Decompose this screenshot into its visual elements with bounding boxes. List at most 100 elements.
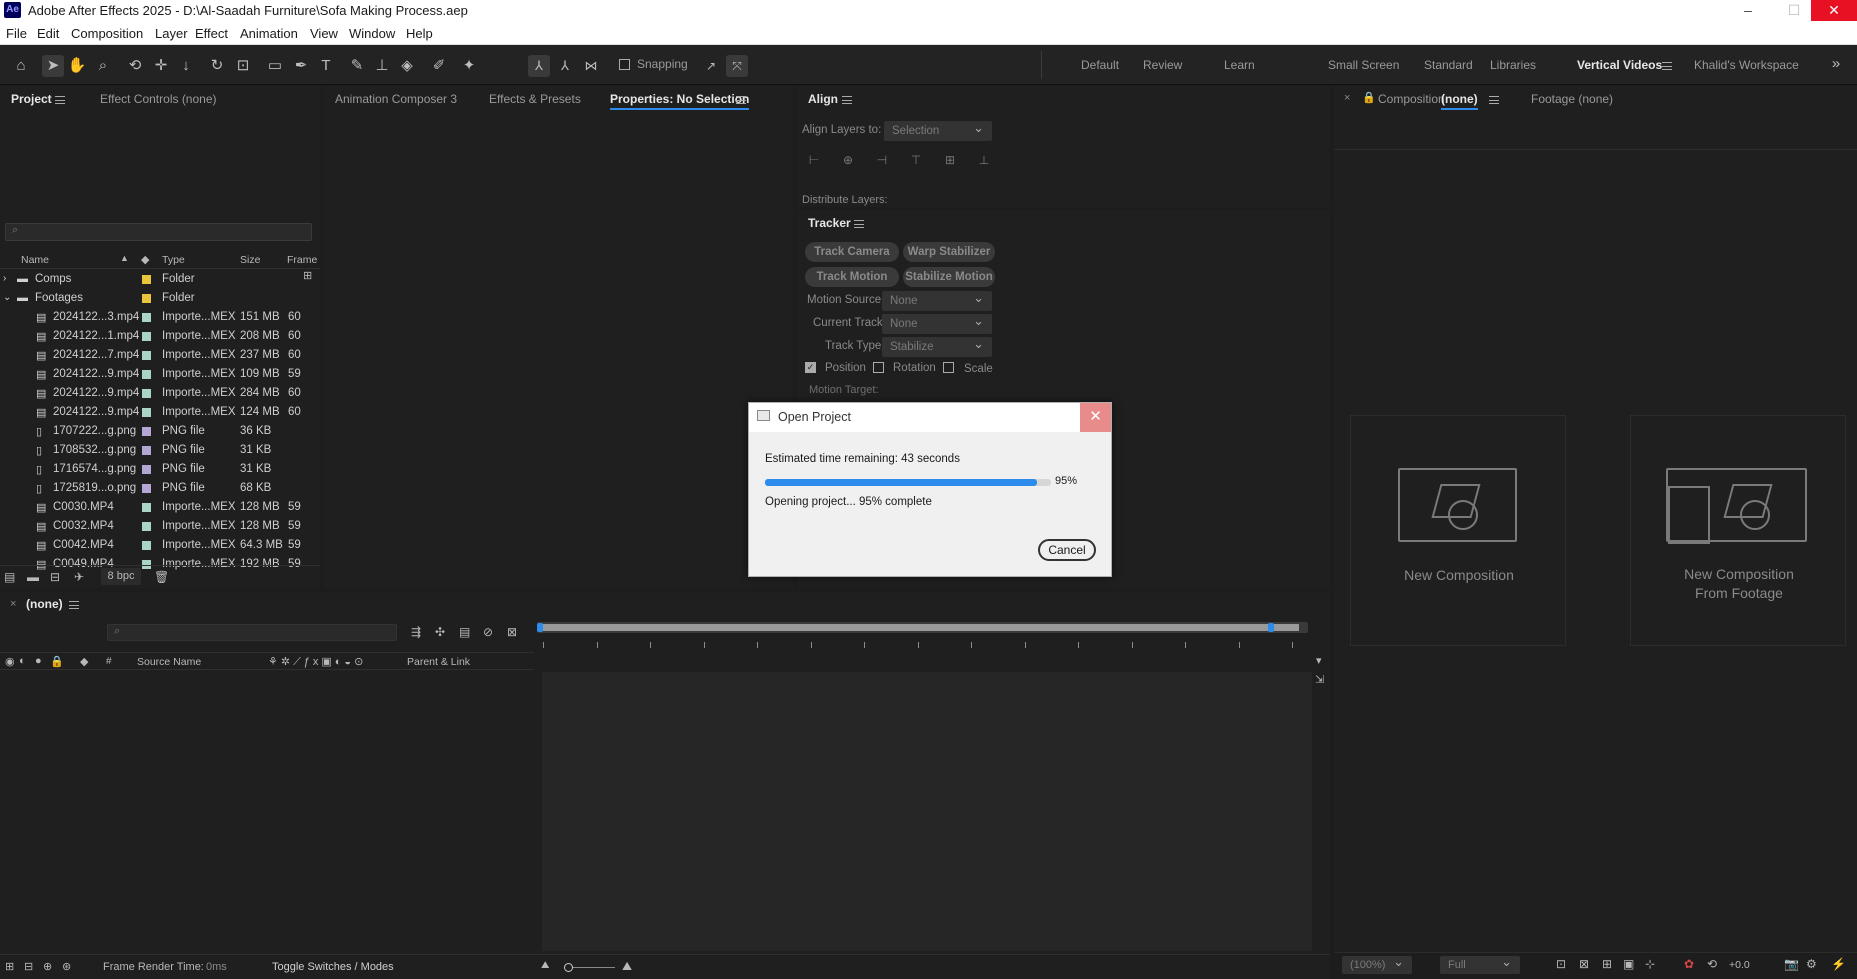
close-tab-icon[interactable]: ×	[10, 598, 16, 610]
label-color-swatch[interactable]	[142, 503, 151, 512]
scale-checkbox[interactable]	[943, 362, 954, 373]
list-item[interactable]: ▤ 2024122...3.mp4 Importe...MEX 151 MB 60	[0, 308, 318, 327]
track-type-dropdown[interactable]: Stabilize	[882, 334, 992, 357]
tab-composition-value[interactable]: (none)	[1441, 92, 1478, 110]
list-item[interactable]: ▤ C0030.MP4 Importe...MEX 128 MB 59	[0, 498, 318, 517]
label-color-swatch[interactable]	[142, 294, 151, 303]
stabilize-motion-button[interactable]: Stabilize Motion	[903, 267, 995, 287]
new-composition-button[interactable]: New Composition	[1350, 415, 1566, 646]
panel-menu-icon[interactable]	[842, 96, 852, 104]
rotation-checkbox[interactable]	[873, 362, 884, 373]
tab-footage[interactable]: Footage (none)	[1531, 92, 1613, 106]
puppet-pin-icon[interactable]: ✦	[458, 55, 480, 77]
list-item[interactable]: ▯ 1725819...o.png PNG file 68 KB	[0, 479, 318, 498]
menu-help[interactable]: Help	[406, 26, 433, 41]
label-color-swatch[interactable]	[142, 408, 151, 417]
selection-tool-icon[interactable]: ➤	[42, 55, 64, 77]
panel-menu-icon[interactable]	[854, 220, 864, 228]
align-right-icon[interactable]: ⊣	[873, 153, 891, 171]
toggle-switches-modes-button[interactable]: Toggle Switches / Modes	[272, 961, 394, 973]
orbit-camera-icon[interactable]: ⟲	[124, 55, 146, 77]
work-area-bar[interactable]	[537, 622, 1308, 633]
time-ruler[interactable]	[537, 638, 1308, 654]
minimize-button[interactable]: –	[1725, 0, 1771, 21]
timeline-search-input[interactable]: ⌕	[107, 624, 397, 641]
dolly-camera-icon[interactable]: ↓	[175, 55, 197, 77]
new-composition-from-footage-button[interactable]: New Composition From Footage	[1630, 415, 1846, 646]
panel-menu-icon[interactable]	[69, 601, 79, 609]
label-color-swatch[interactable]	[142, 275, 151, 284]
label-color-swatch[interactable]	[142, 484, 151, 493]
zoom-out-icon[interactable]: ⛰	[541, 960, 549, 971]
fast-previews-icon[interactable]: ⚡	[1831, 957, 1846, 971]
position-checkbox[interactable]: ✓	[805, 362, 816, 373]
col-type[interactable]: Type	[162, 254, 185, 266]
menu-view[interactable]: View	[310, 26, 338, 41]
comp-mini-flowchart-icon[interactable]: ⇶	[411, 625, 421, 639]
workspace-menu-icon[interactable]	[1662, 62, 1672, 70]
align-left-icon[interactable]: ⊢	[805, 153, 823, 171]
align-vcenter-icon[interactable]: ⊞	[941, 153, 959, 171]
align-bottom-icon[interactable]: ⊥	[975, 153, 993, 171]
brush-tool-icon[interactable]: ✎	[346, 55, 368, 77]
chevron-right-icon[interactable]: ›	[3, 273, 6, 284]
workspace-learn[interactable]: Learn	[1224, 58, 1255, 72]
render-time-pane-icon[interactable]: ⊛	[62, 960, 71, 973]
layer-switches-pane-icon[interactable]: ⊞	[5, 960, 14, 973]
label-color-swatch[interactable]	[142, 427, 151, 436]
label-tag-icon[interactable]: ◆	[141, 253, 149, 266]
workspace-small-screen[interactable]: Small Screen	[1328, 58, 1399, 72]
zoom-slider-handle[interactable]	[564, 963, 573, 972]
tab-composition-label[interactable]: Composition	[1378, 92, 1445, 106]
label-color-swatch[interactable]	[142, 541, 151, 550]
in-out-pane-icon[interactable]: ⊕	[43, 960, 52, 973]
hand-tool-icon[interactable]: ✋	[66, 55, 88, 77]
rectangle-tool-icon[interactable]: ▭	[264, 55, 286, 77]
local-axis-icon[interactable]: ⅄	[528, 55, 550, 77]
track-motion-button[interactable]: Track Motion	[805, 267, 899, 287]
audio-toggle-icon[interactable]: ◐	[19, 655, 26, 667]
label-color-swatch[interactable]	[142, 389, 151, 398]
close-tab-icon[interactable]: ×	[1344, 92, 1350, 104]
work-area-end-handle[interactable]	[1268, 623, 1274, 632]
new-composition-icon[interactable]: ⊟	[50, 570, 60, 584]
list-item[interactable]: ▯ 1716574...g.png PNG file 31 KB	[0, 460, 318, 479]
grid-icon[interactable]: ⊹	[1645, 957, 1655, 971]
label-tag-icon[interactable]: ◆	[80, 655, 88, 668]
color-channels-icon[interactable]: ✿	[1684, 957, 1694, 971]
menu-composition[interactable]: Composition	[71, 26, 143, 41]
zoom-tool-icon[interactable]: ⌕	[92, 55, 114, 77]
project-settings-icon[interactable]: ✈	[74, 570, 84, 584]
guides-icon[interactable]: ▣	[1623, 957, 1634, 971]
sort-asc-icon[interactable]: ▲	[120, 253, 129, 263]
trash-icon[interactable]: 🗑	[154, 570, 169, 584]
list-item[interactable]: ▯ 1707222...g.png PNG file 36 KB	[0, 422, 318, 441]
close-window-button[interactable]: ✕	[1811, 0, 1857, 21]
exposure-reset-icon[interactable]: ⟲	[1707, 957, 1717, 971]
label-color-swatch[interactable]	[142, 332, 151, 341]
workspace-default[interactable]: Default	[1081, 58, 1119, 72]
col-name[interactable]: Name	[21, 254, 49, 266]
menu-file[interactable]: File	[6, 26, 27, 41]
track-camera-button[interactable]: Track Camera	[805, 242, 899, 262]
clone-stamp-icon[interactable]: ⊥	[371, 55, 393, 77]
align-top-icon[interactable]: ⊤	[907, 153, 925, 171]
align-to-dropdown[interactable]: Selection	[884, 118, 992, 141]
list-item[interactable]: ▤ 2024122...9.mp4 Importe...MEX 109 MB 59	[0, 365, 318, 384]
panel-menu-icon[interactable]	[1489, 96, 1499, 104]
list-item[interactable]: ▤ 2024122...7.mp4 Importe...MEX 237 MB 60	[0, 346, 318, 365]
zoom-in-icon[interactable]: ⛰	[622, 959, 632, 974]
label-color-swatch[interactable]	[142, 370, 151, 379]
tab-timeline[interactable]: (none)	[26, 597, 63, 611]
shy-layers-icon[interactable]: ▤	[459, 625, 470, 639]
tab-effect-controls[interactable]: Effect Controls (none)	[100, 92, 217, 106]
menu-edit[interactable]: Edit	[37, 26, 59, 41]
current-track-dropdown[interactable]: None	[882, 311, 992, 334]
menu-animation[interactable]: Animation	[240, 26, 298, 41]
tab-effects-presets[interactable]: Effects & Presets	[489, 92, 581, 106]
pan-behind-tool-icon[interactable]: ⊡	[232, 55, 254, 77]
workspace-vertical-videos[interactable]: Vertical Videos	[1577, 58, 1662, 72]
label-color-swatch[interactable]	[142, 446, 151, 455]
list-item[interactable]: › ▬ Comps Folder	[0, 270, 318, 289]
panel-menu-icon[interactable]	[736, 96, 746, 104]
